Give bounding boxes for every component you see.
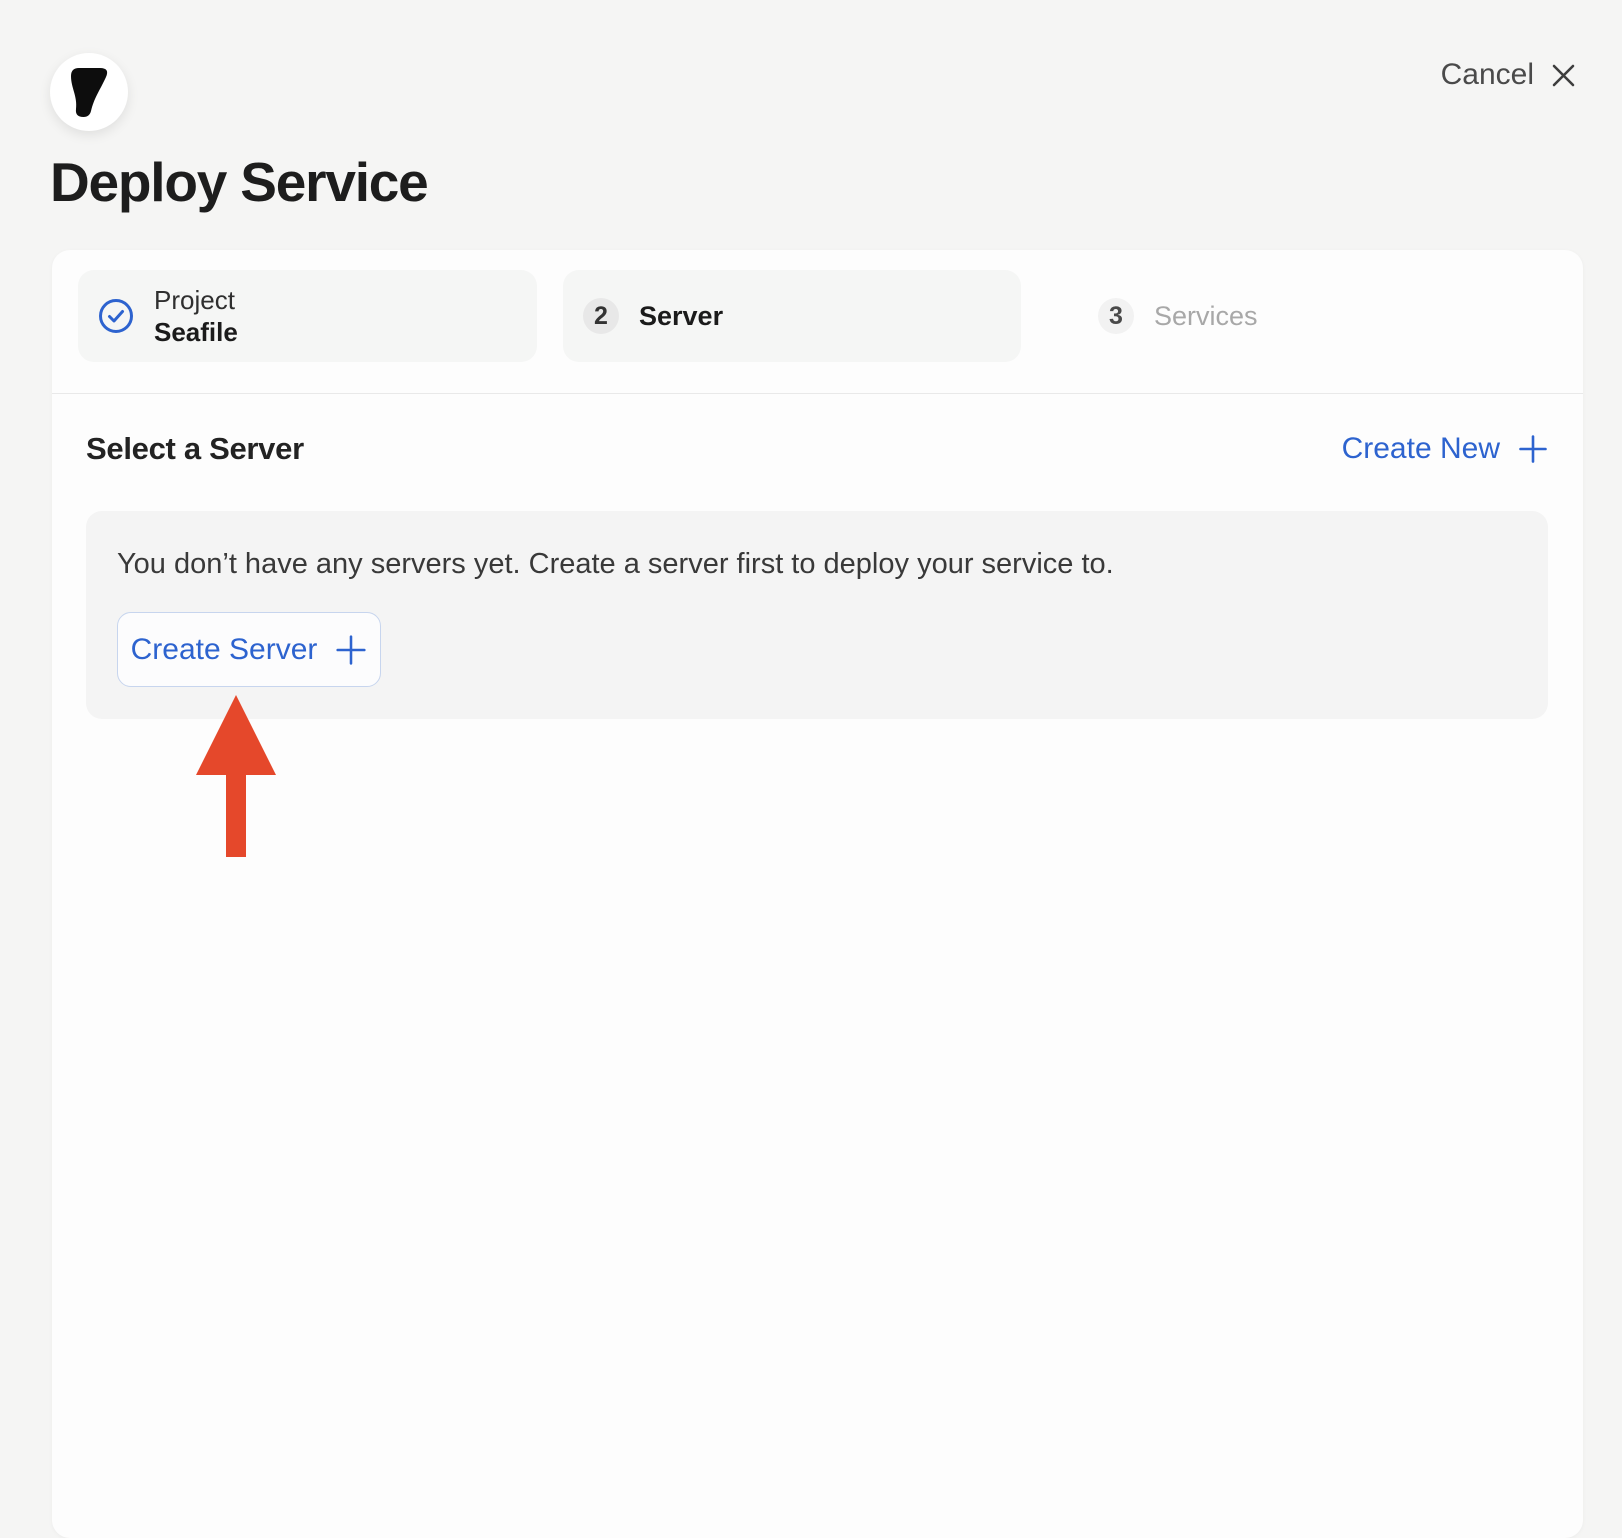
plus-icon: [335, 634, 367, 666]
step-project-value: Seafile: [154, 316, 238, 348]
step-services: 3 Services: [1047, 270, 1258, 362]
step-server-label: Server: [639, 301, 723, 332]
step-indicator: Project Seafile 2 Server 3 Services: [52, 250, 1583, 362]
step-project[interactable]: Project Seafile: [78, 270, 537, 362]
check-circle-icon: [98, 298, 134, 334]
deploy-wizard-card: Project Seafile 2 Server 3 Services Sele…: [52, 250, 1583, 1538]
plus-icon: [1518, 434, 1548, 464]
cancel-label: Cancel: [1441, 58, 1534, 92]
step-server-number: 2: [583, 298, 619, 334]
create-server-button[interactable]: Create Server: [117, 612, 381, 687]
step-project-label: Project: [154, 285, 238, 316]
brand-logo: [50, 53, 128, 131]
create-server-label: Create Server: [131, 633, 318, 667]
divider: [52, 393, 1583, 394]
page-title: Deploy Service: [50, 150, 428, 214]
step-project-texts: Project Seafile: [154, 285, 238, 348]
deploy-service-page: { "header": { "cancel_label": "Cancel", …: [0, 0, 1622, 1538]
step-server[interactable]: 2 Server: [563, 270, 1021, 362]
step-services-label: Services: [1154, 301, 1258, 332]
create-new-button[interactable]: Create New: [1342, 432, 1548, 466]
empty-server-state: You don’t have any servers yet. Create a…: [86, 511, 1548, 719]
select-server-heading: Select a Server: [86, 431, 304, 467]
step-services-number: 3: [1098, 298, 1134, 334]
empty-state-message: You don’t have any servers yet. Create a…: [117, 547, 1548, 581]
close-icon: [1550, 62, 1577, 89]
cancel-button[interactable]: Cancel: [1441, 58, 1577, 92]
create-new-label: Create New: [1342, 432, 1500, 466]
server-section-header: Select a Server Create New: [86, 421, 1548, 477]
brand-logo-icon: [65, 66, 113, 118]
